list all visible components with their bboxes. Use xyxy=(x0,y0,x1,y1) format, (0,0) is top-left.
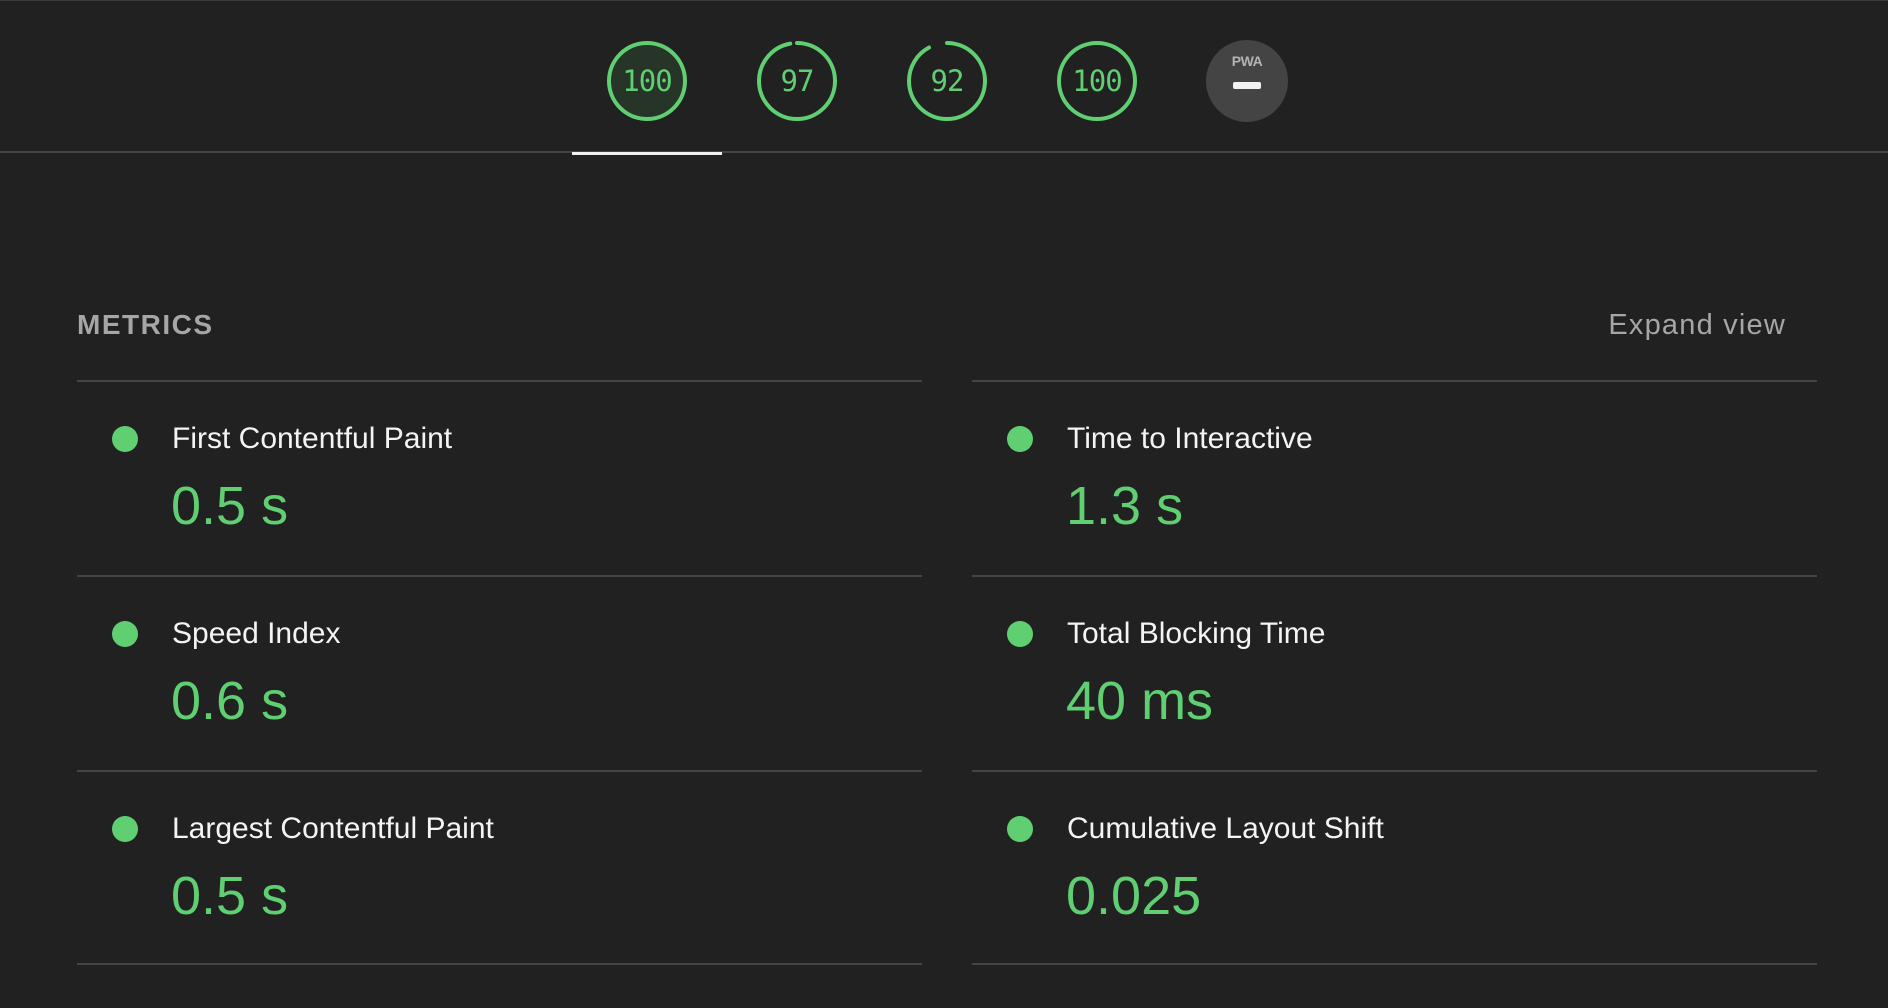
metric-time-to-interactive: Time to Interactive 1.3 s xyxy=(972,380,1817,575)
gauge-score: 100 xyxy=(1072,64,1122,98)
metric-label: Total Blocking Time xyxy=(1067,617,1326,650)
metrics-header: METRICS Expand view xyxy=(77,303,1817,353)
pass-indicator-icon xyxy=(1007,621,1033,647)
metric-label: Speed Index xyxy=(172,617,341,650)
metrics-title: METRICS xyxy=(77,309,214,340)
gauge-tab-seo[interactable]: 100 xyxy=(1022,0,1172,153)
metric-speed-index: Speed Index 0.6 s xyxy=(77,575,922,770)
lighthouse-report: 100 97 92 100 PWA METRICS Expand view Fi… xyxy=(0,0,1888,1008)
pwa-label: PWA xyxy=(1231,53,1263,69)
metric-value: 1.3 s xyxy=(1066,476,1184,536)
pass-indicator-icon xyxy=(112,621,138,647)
pass-indicator-icon xyxy=(112,426,138,452)
gauge-score: 100 xyxy=(622,64,672,98)
gauge-score: 92 xyxy=(930,64,965,98)
metric-first-contentful-paint: First Contentful Paint 0.5 s xyxy=(77,380,922,575)
metric-label: Cumulative Layout Shift xyxy=(1067,812,1384,845)
pass-indicator-icon xyxy=(1007,426,1033,452)
gauge-tab-pwa[interactable]: PWA xyxy=(1172,0,1322,153)
pwa-badge-icon: PWA xyxy=(1206,40,1288,122)
score-gauge-bar: 100 97 92 100 PWA xyxy=(0,0,1888,155)
metric-label: Time to Interactive xyxy=(1067,422,1313,455)
pwa-dash-icon xyxy=(1233,82,1261,89)
metric-largest-contentful-paint: Largest Contentful Paint 0.5 s xyxy=(77,770,922,965)
gauge-tab-best-practices[interactable]: 92 xyxy=(872,0,1022,153)
gauge-tab-performance[interactable]: 100 xyxy=(572,0,722,155)
metric-value: 0.025 xyxy=(1066,866,1202,926)
metric-value: 0.5 s xyxy=(171,476,289,536)
gauge-score: 97 xyxy=(780,64,815,98)
expand-view-button[interactable]: Expand view xyxy=(1608,309,1786,342)
active-tab-indicator xyxy=(572,152,722,155)
metric-label: Largest Contentful Paint xyxy=(172,812,494,845)
metric-label: First Contentful Paint xyxy=(172,422,453,455)
metric-value: 0.6 s xyxy=(171,671,289,731)
gauge-tab-accessibility[interactable]: 97 xyxy=(722,0,872,153)
divider xyxy=(77,963,922,965)
metric-value: 40 ms xyxy=(1066,671,1214,731)
pass-indicator-icon xyxy=(1007,816,1033,842)
metric-value: 0.5 s xyxy=(171,866,289,926)
metric-cumulative-layout-shift: Cumulative Layout Shift 0.025 xyxy=(972,770,1817,965)
pass-indicator-icon xyxy=(112,816,138,842)
metric-total-blocking-time: Total Blocking Time 40 ms xyxy=(972,575,1817,770)
divider xyxy=(972,963,1817,965)
